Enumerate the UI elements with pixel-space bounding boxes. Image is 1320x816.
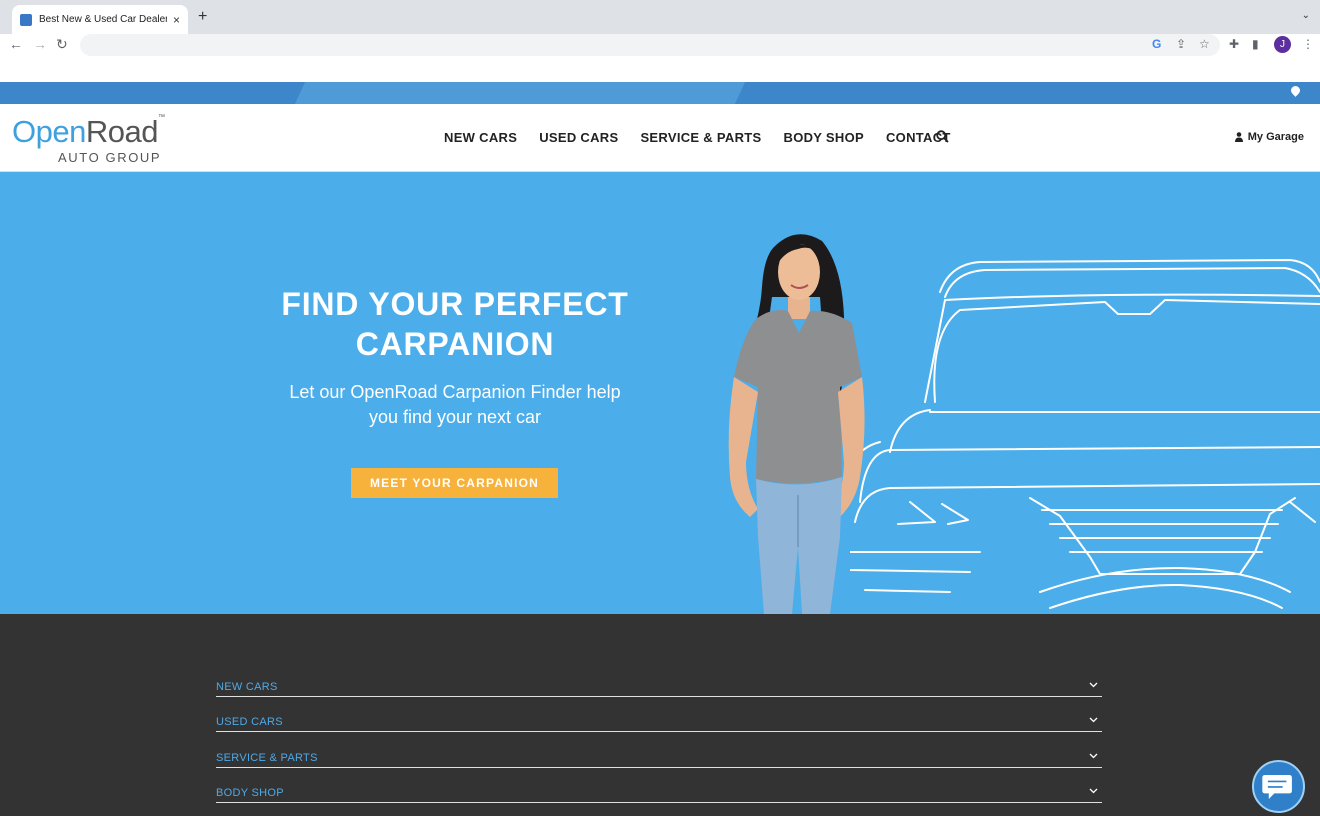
browser-toolbar: ← → ↻ G ⇪ ☆ ✚ ▮ J ⋮ [0,34,1320,56]
tab-search-chevron-icon[interactable]: ⌄ [1302,10,1310,21]
chat-bubble-icon [1262,774,1292,799]
hero-title-line-2: CARPANION [355,326,555,362]
nav-used-cars[interactable]: USED CARS [539,130,618,145]
openroad-logo[interactable]: OpenRoad™ AUTO GROUP [12,114,165,165]
footer-accordion-service-parts[interactable]: SERVICE & PARTS [216,748,1102,768]
footer-accordion-body-shop[interactable]: BODY SHOP [216,783,1102,803]
search-icon[interactable] [936,130,949,143]
footer: NEW CARS USED CARS SERVICE & PARTS BODY … [0,614,1320,816]
tab-title: Best New & Used Car Dealership [39,14,167,25]
nav-service-parts[interactable]: SERVICE & PARTS [640,130,761,145]
site-favicon-icon [20,13,32,26]
chevron-down-icon [1089,788,1098,794]
back-icon[interactable]: ← [9,36,23,52]
footer-accordion-new-cars[interactable]: NEW CARS [216,677,1102,697]
logo-subtitle: AUTO GROUP [58,150,162,165]
address-bar[interactable] [80,34,1220,56]
hero-subtitle: Let our OpenRoad Carpanion Finder help y… [255,380,655,430]
hero-title-line-1: FIND YOUR PERFECT [281,286,629,322]
profile-avatar[interactable]: J [1274,36,1291,53]
logo-open: Open [12,114,86,149]
footer-accordion-used-cars[interactable]: USED CARS [216,712,1102,732]
woman-figure-image [728,234,865,614]
forward-icon[interactable]: → [33,36,47,52]
more-menu-icon[interactable]: ⋮ [1302,37,1314,51]
new-tab-button[interactable]: + [198,8,207,26]
hero-subtitle-line-2: you find your next car [368,407,542,427]
accordion-label: USED CARS [216,716,283,728]
nav-body-shop[interactable]: BODY SHOP [784,130,864,145]
chevron-down-icon [1089,753,1098,759]
my-garage-link[interactable]: My Garage [1234,131,1304,143]
chevron-down-icon [1089,682,1098,688]
user-icon [1234,132,1243,142]
hero-title: FIND YOUR PERFECT CARPANION [240,284,670,364]
accordion-label: SERVICE & PARTS [216,752,318,764]
share-icon[interactable]: ⇪ [1176,37,1186,51]
site-header: OpenRoad™ AUTO GROUP NEW CARS USED CARS … [0,104,1320,172]
browser-tab[interactable]: Best New & Used Car Dealership × [12,5,188,34]
reload-icon[interactable]: ↻ [56,36,68,53]
logo-trademark: ™ [157,114,165,121]
logo-road: Road [85,114,159,149]
chevron-down-icon [1089,717,1098,723]
hero-subtitle-line-1: Let our OpenRoad Carpanion Finder help [289,382,621,402]
main-nav: NEW CARS USED CARS SERVICE & PARTS BODY … [444,130,973,145]
hero-banner: FIND YOUR PERFECT CARPANION Let our Open… [0,172,1320,614]
chat-button[interactable] [1252,760,1305,813]
close-tab-icon[interactable]: × [173,13,180,27]
google-icon[interactable]: G [1152,37,1161,51]
top-bar-decoration [294,82,746,104]
nav-new-cars[interactable]: NEW CARS [444,130,517,145]
side-panel-icon[interactable]: ▮ [1252,37,1259,51]
meet-your-carpanion-button[interactable]: MEET YOUR CARPANION [351,468,558,498]
browser-tab-bar: Best New & Used Car Dealership × + ⌄ [0,0,1320,34]
top-utility-bar [0,82,1320,104]
bookmark-star-icon[interactable]: ☆ [1199,37,1210,51]
extensions-puzzle-icon[interactable]: ✚ [1229,37,1239,51]
location-pin-icon[interactable] [1289,84,1302,97]
accordion-label: NEW CARS [216,681,278,693]
my-garage-label: My Garage [1247,131,1304,143]
accordion-label: BODY SHOP [216,787,284,799]
car-outline-illustration [850,259,1320,609]
